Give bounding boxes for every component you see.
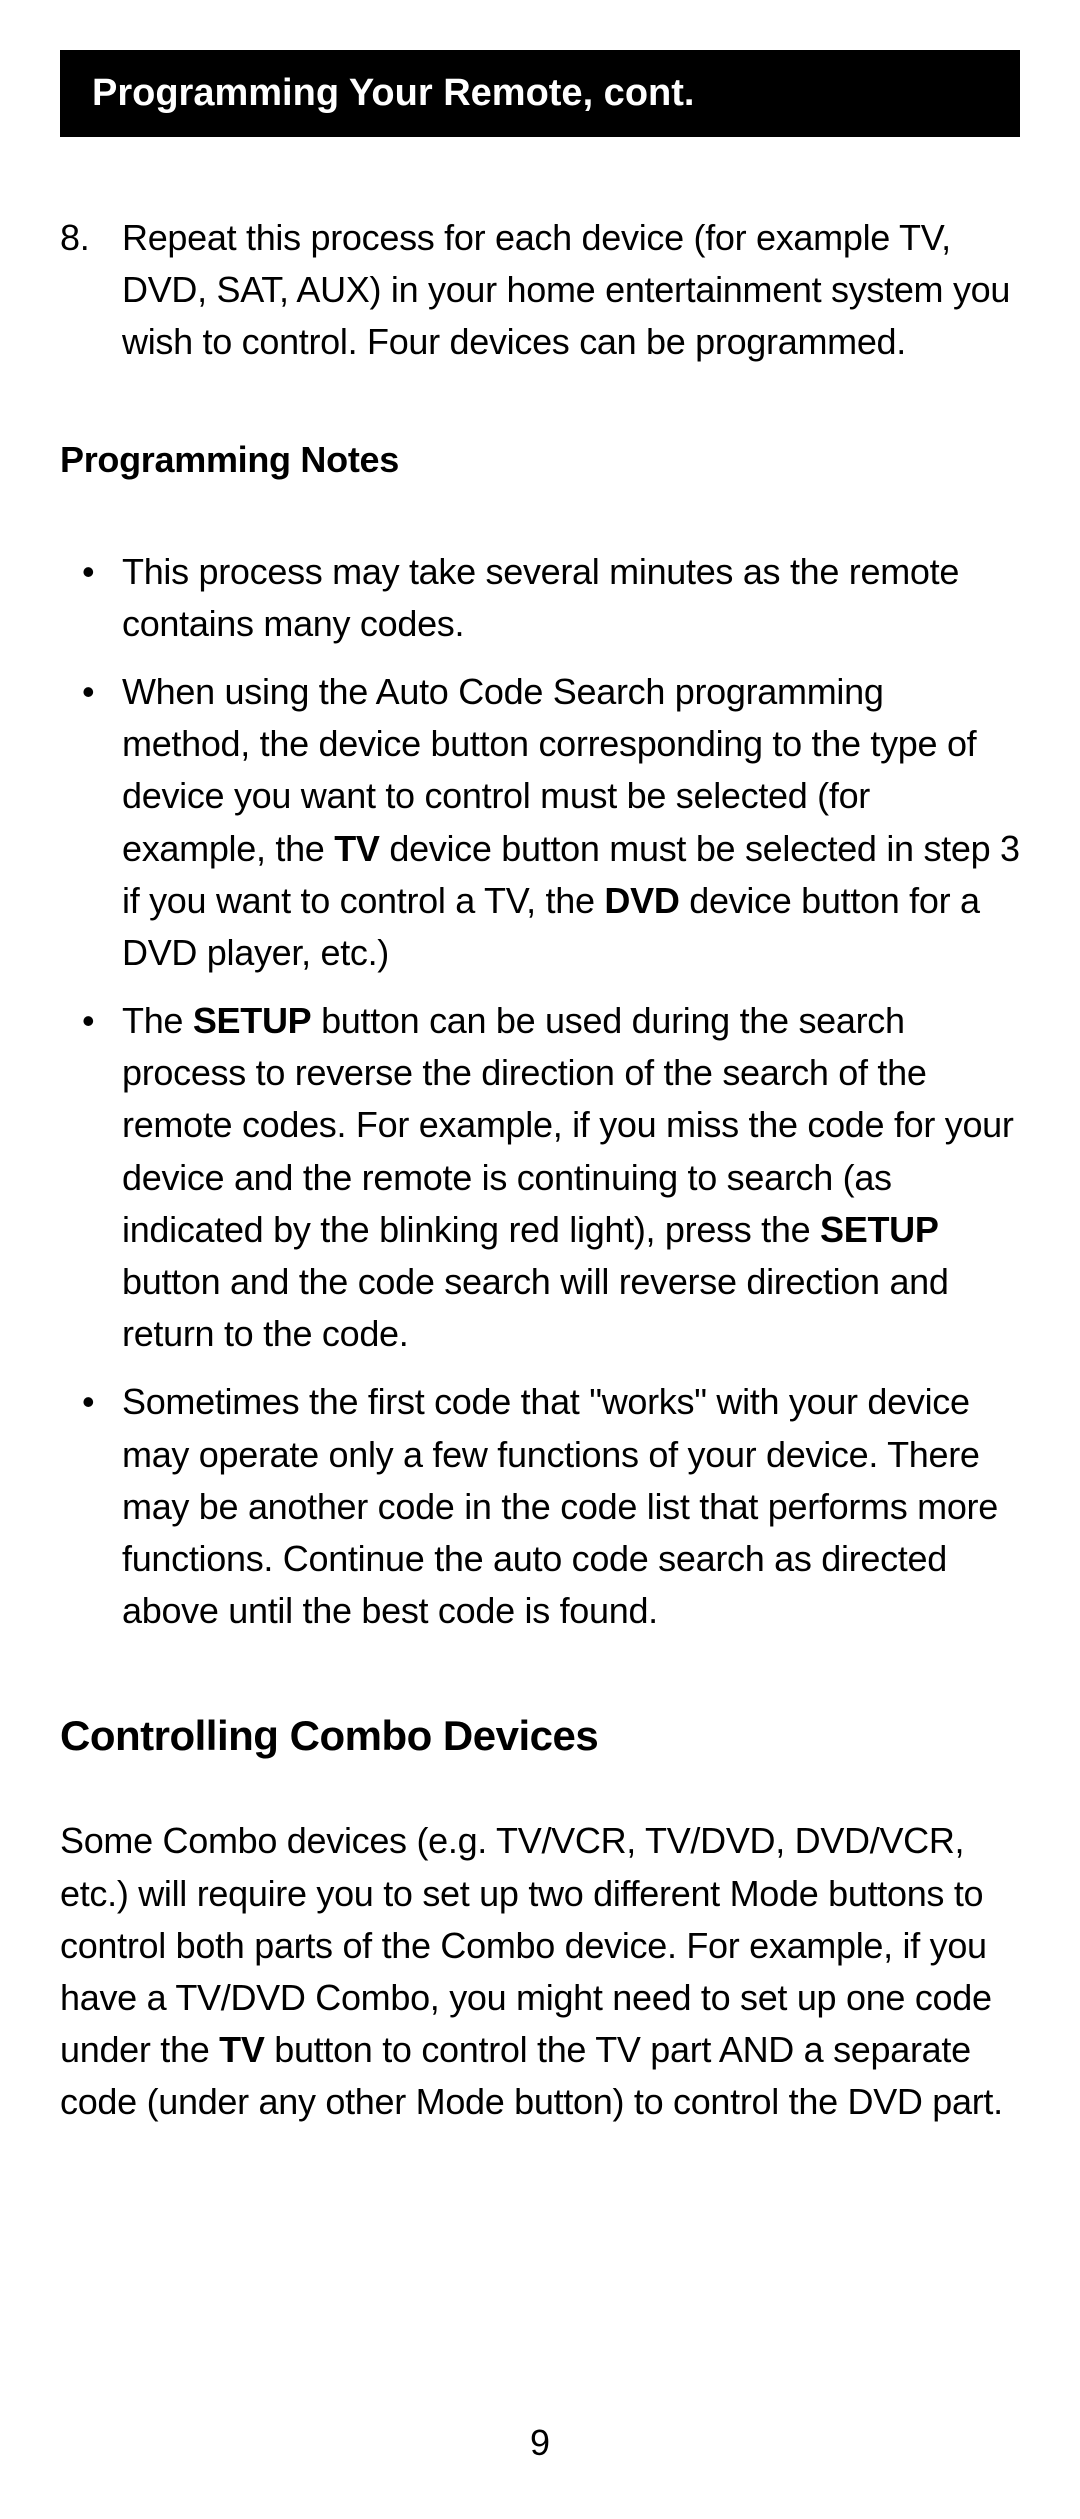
combo-heading: Controlling Combo Devices <box>60 1712 1020 1760</box>
note-2-bold1: TV <box>334 828 379 869</box>
page-number: 9 <box>0 2422 1080 2464</box>
note-3-bold2: SETUP <box>820 1209 939 1250</box>
note-3-p3: button and the code search will reverse … <box>122 1261 949 1354</box>
header-title: Programming Your Remote, cont. <box>92 72 694 114</box>
note-3-p1: The <box>122 1000 193 1041</box>
note-bullet-4: Sometimes the first code that "works" wi… <box>60 1376 1020 1637</box>
note-bullet-2: When using the Auto Code Search programm… <box>60 666 1020 979</box>
notes-heading: Programming Notes <box>60 439 1020 481</box>
step-8: 8. Repeat this process for each device (… <box>60 212 1020 369</box>
combo-paragraph: Some Combo devices (e.g. TV/VCR, TV/DVD,… <box>60 1815 1020 2128</box>
step-text: Repeat this process for each device (for… <box>122 212 1020 369</box>
note-2-bold2: DVD <box>604 880 679 921</box>
header-banner: Programming Your Remote, cont. <box>60 50 1020 137</box>
notes-list: This process may take several minutes as… <box>60 546 1020 1638</box>
note-bullet-3: The SETUP button can be used during the … <box>60 995 1020 1360</box>
note-1-text: This process may take several minutes as… <box>122 551 959 644</box>
note-4-text: Sometimes the first code that "works" wi… <box>122 1381 998 1631</box>
note-bullet-1: This process may take several minutes as… <box>60 546 1020 650</box>
combo-bold1: TV <box>219 2029 264 2070</box>
note-3-bold1: SETUP <box>193 1000 312 1041</box>
step-number: 8. <box>60 212 122 369</box>
